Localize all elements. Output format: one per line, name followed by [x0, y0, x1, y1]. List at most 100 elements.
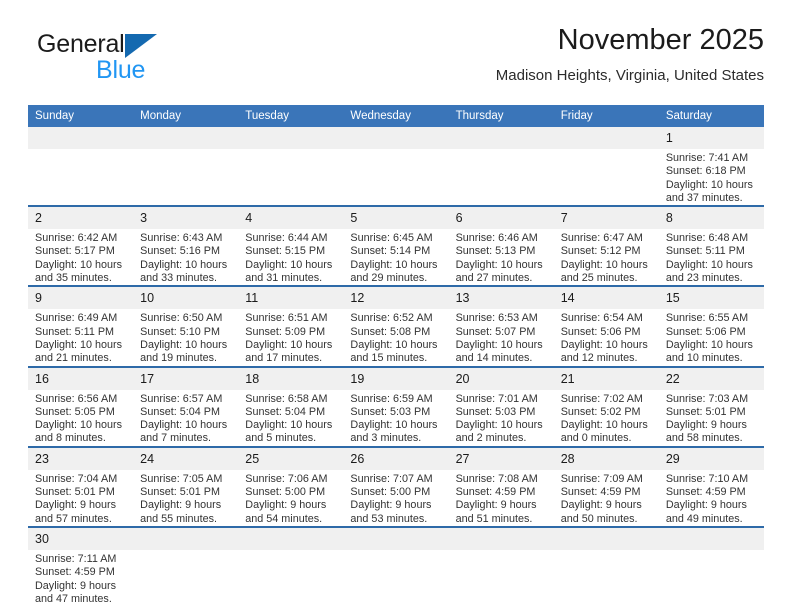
calendar-header-row-group: Sunday Monday Tuesday Wednesday Thursday…	[28, 105, 764, 127]
calendar-day-cell[interactable]: 28 Sunrise: 7:09 AM Sunset: 4:59 PM Dayligh…	[553, 445, 659, 527]
calendar-day-cell[interactable]: 3 Sunrise: 6:43 AM Sunset: 5:16 PM Daylight…	[133, 205, 239, 287]
daylight-text-line1: Daylight: 10 hours	[560, 419, 648, 432]
calendar-day-cell[interactable]: 27 Sunrise: 7:08 AM Sunset: 4:59 PM Dayligh…	[448, 445, 554, 527]
daylight-text-line1: Daylight: 10 hours	[35, 258, 123, 271]
sunset-text: Sunset: 5:03 PM	[350, 405, 431, 418]
day-number: 16	[28, 367, 134, 390]
daylight-text-line1: Daylight: 10 hours	[140, 419, 228, 432]
sunset-text: Sunset: 4:59 PM	[665, 486, 746, 499]
calendar-day-cell[interactable]: 9 Sunrise: 6:49 AM Sunset: 5:11 PM Daylight…	[28, 285, 134, 367]
day-number: 20	[448, 367, 554, 390]
daylight-text-line1: Daylight: 10 hours	[245, 338, 333, 351]
daylight-text-line1: Daylight: 9 hours	[245, 499, 327, 512]
sunrise-text: Sunrise: 6:56 AM	[35, 392, 118, 405]
daylight-text-line1: Daylight: 10 hours	[140, 338, 228, 351]
sunrise-text: Sunrise: 6:52 AM	[350, 312, 433, 325]
sunrise-text: Sunrise: 6:58 AM	[245, 392, 328, 405]
calendar-day-cell[interactable]: 6 Sunrise: 6:46 AM Sunset: 5:13 PM Daylight…	[448, 205, 554, 287]
sunrise-text: Sunrise: 6:59 AM	[350, 392, 433, 405]
calendar-day-cell-empty	[343, 127, 449, 207]
calendar-day-cell[interactable]: 12 Sunrise: 6:52 AM Sunset: 5:08 PM Dayligh…	[343, 285, 449, 367]
calendar-day-cell[interactable]: 4 Sunrise: 6:44 AM Sunset: 5:15 PM Daylight…	[238, 205, 344, 287]
day-number: 5	[343, 207, 449, 230]
sunset-text: Sunset: 5:13 PM	[455, 245, 536, 258]
calendar-day-cell[interactable]: 7 Sunrise: 6:47 AM Sunset: 5:12 PM Daylight…	[553, 205, 659, 287]
calendar-day-cell[interactable]: 5 Sunrise: 6:45 AM Sunset: 5:14 PM Daylight…	[343, 205, 449, 287]
day-details: Sunrise: 6:42 AM Sunset: 5:17 PM Daylight:…	[28, 229, 133, 285]
day-details: Sunrise: 6:59 AM Sunset: 5:03 PM Daylight:…	[343, 390, 448, 446]
calendar-day-cell[interactable]: 30 Sunrise: 7:11 AM Sunset: 4:59 PM Dayligh…	[28, 525, 134, 607]
weekday-header-monday: Monday	[133, 105, 239, 127]
day-number	[238, 127, 344, 149]
calendar-day-cell[interactable]: 20 Sunrise: 7:01 AM Sunset: 5:03 PM Dayligh…	[448, 365, 554, 447]
calendar-week-row: 30 Sunrise: 7:11 AM Sunset: 4:59 PM Dayligh…	[28, 525, 764, 607]
day-number	[133, 127, 239, 149]
general-blue-logo[interactable]: General Blue	[37, 32, 217, 88]
calendar-day-cell-empty	[133, 525, 239, 607]
calendar-day-cell[interactable]: 11 Sunrise: 6:51 AM Sunset: 5:09 PM Dayligh…	[238, 285, 344, 367]
weekday-header-tuesday: Tuesday	[238, 105, 344, 127]
weekday-header-friday: Friday	[553, 105, 659, 127]
calendar-day-cell-empty	[553, 525, 659, 607]
daylight-text-line1: Daylight: 10 hours	[350, 419, 438, 432]
calendar-day-cell[interactable]: 29 Sunrise: 7:10 AM Sunset: 4:59 PM Dayligh…	[658, 445, 764, 527]
daylight-text-line2: and 31 minutes.	[245, 272, 323, 285]
calendar-day-cell[interactable]: 25 Sunrise: 7:06 AM Sunset: 5:00 PM Dayligh…	[238, 445, 344, 527]
sunrise-text: Sunrise: 7:07 AM	[350, 472, 433, 485]
calendar-day-cell[interactable]: 26 Sunrise: 7:07 AM Sunset: 5:00 PM Dayligh…	[343, 445, 449, 527]
sunset-text: Sunset: 5:08 PM	[350, 325, 431, 338]
daylight-text-line2: and 25 minutes.	[560, 272, 638, 285]
sunrise-text: Sunrise: 7:04 AM	[35, 472, 118, 485]
day-number	[553, 127, 659, 149]
sunrise-text: Sunrise: 7:02 AM	[560, 392, 643, 405]
day-number: 26	[343, 447, 449, 470]
calendar-day-cell[interactable]: 18 Sunrise: 6:58 AM Sunset: 5:04 PM Dayligh…	[238, 365, 344, 447]
day-number: 1	[658, 127, 764, 149]
day-number: 7	[553, 207, 659, 230]
sunrise-text: Sunrise: 6:49 AM	[35, 312, 118, 325]
calendar-day-cell[interactable]: 22 Sunrise: 7:03 AM Sunset: 5:01 PM Dayligh…	[658, 365, 764, 447]
calendar-day-cell[interactable]: 13 Sunrise: 6:53 AM Sunset: 5:07 PM Dayligh…	[448, 285, 554, 367]
calendar-day-cell[interactable]: 2 Sunrise: 6:42 AM Sunset: 5:17 PM Daylight…	[28, 205, 134, 287]
calendar-day-cell[interactable]: 21 Sunrise: 7:02 AM Sunset: 5:02 PM Dayligh…	[553, 365, 659, 447]
calendar-day-cell[interactable]: 10 Sunrise: 6:50 AM Sunset: 5:10 PM Dayligh…	[133, 285, 239, 367]
calendar-day-cell[interactable]: 15 Sunrise: 6:55 AM Sunset: 5:06 PM Dayligh…	[658, 285, 764, 367]
day-number: 14	[553, 287, 659, 310]
day-number	[238, 527, 344, 550]
calendar-day-cell[interactable]: 24 Sunrise: 7:05 AM Sunset: 5:01 PM Dayligh…	[133, 445, 239, 527]
calendar-day-cell[interactable]: 8 Sunrise: 6:48 AM Sunset: 5:11 PM Daylight…	[658, 205, 764, 287]
calendar-day-cell[interactable]: 1 Sunrise: 7:41 AM Sunset: 6:18 PM Daylight…	[658, 127, 764, 207]
day-number	[658, 527, 764, 550]
day-details: Sunrise: 7:07 AM Sunset: 5:00 PM Daylight:…	[343, 470, 448, 526]
daylight-text-line2: and 47 minutes.	[35, 592, 112, 605]
daylight-text-line1: Daylight: 10 hours	[665, 178, 753, 191]
calendar-day-cell[interactable]: 16 Sunrise: 6:56 AM Sunset: 5:05 PM Dayligh…	[28, 365, 134, 447]
day-number: 24	[133, 447, 239, 470]
day-details: Sunrise: 6:47 AM Sunset: 5:12 PM Daylight:…	[554, 229, 659, 285]
day-number	[553, 527, 659, 550]
page-title: November 2025	[557, 24, 764, 56]
calendar-week-row: 9 Sunrise: 6:49 AM Sunset: 5:11 PM Daylight…	[28, 285, 764, 367]
daylight-text-line1: Daylight: 10 hours	[560, 338, 648, 351]
daylight-text-line1: Daylight: 10 hours	[455, 258, 543, 271]
daylight-text-line2: and 19 minutes.	[140, 352, 217, 365]
day-number	[343, 127, 449, 149]
day-number: 15	[658, 287, 764, 310]
daylight-text-line2: and 14 minutes.	[455, 352, 533, 365]
calendar-day-cell[interactable]: 23 Sunrise: 7:04 AM Sunset: 5:01 PM Dayligh…	[28, 445, 134, 527]
calendar-week-row: 2 Sunrise: 6:42 AM Sunset: 5:17 PM Daylight…	[28, 205, 764, 287]
calendar-day-cell[interactable]: 19 Sunrise: 6:59 AM Sunset: 5:03 PM Dayligh…	[343, 365, 449, 447]
daylight-text-line2: and 55 minutes.	[140, 512, 217, 525]
sunset-text: Sunset: 5:16 PM	[140, 245, 220, 258]
sunrise-text: Sunrise: 7:10 AM	[665, 472, 749, 485]
day-number: 17	[133, 367, 239, 390]
sunset-text: Sunset: 5:17 PM	[35, 245, 115, 258]
calendar-day-cell[interactable]: 17 Sunrise: 6:57 AM Sunset: 5:04 PM Dayligh…	[133, 365, 239, 447]
daylight-text-line1: Daylight: 9 hours	[455, 499, 537, 512]
daylight-text-line2: and 17 minutes.	[245, 352, 323, 365]
weekday-header-saturday: Saturday	[658, 105, 764, 127]
calendar-day-cell-empty	[238, 127, 344, 207]
sunset-text: Sunset: 5:04 PM	[245, 405, 326, 418]
day-number: 28	[553, 447, 659, 470]
calendar-day-cell[interactable]: 14 Sunrise: 6:54 AM Sunset: 5:06 PM Dayligh…	[553, 285, 659, 367]
